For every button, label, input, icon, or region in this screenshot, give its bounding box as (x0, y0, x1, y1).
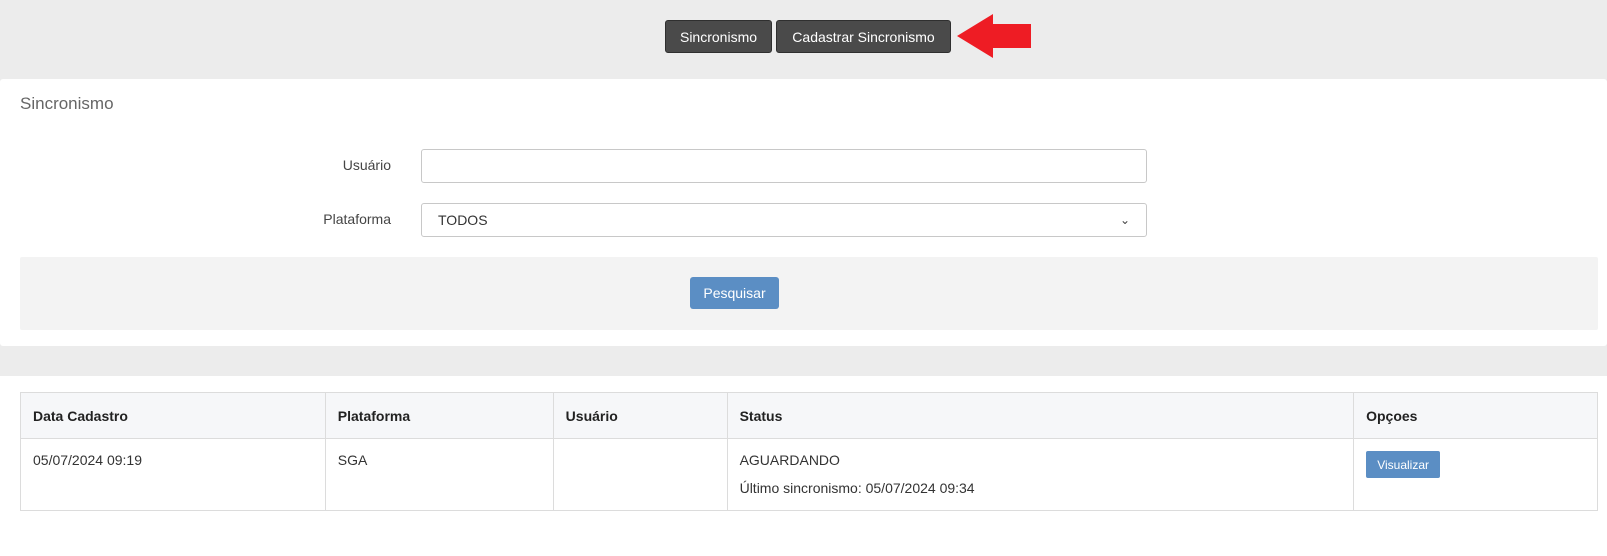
results-table: Data Cadastro Plataforma Usuário Status … (20, 392, 1598, 511)
view-button[interactable]: Visualizar (1366, 451, 1441, 478)
cadastrar-sincronismo-button[interactable]: Cadastrar Sincronismo (776, 20, 951, 53)
column-header: Usuário (552, 392, 728, 439)
search-panel: Sincronismo Usuário Plataforma TODOS ⌄ P… (0, 79, 1607, 346)
status-text: AGUARDANDO (739, 452, 840, 468)
red-arrow-icon (957, 14, 1031, 58)
column-header: Data Cadastro (20, 392, 326, 439)
platform-select-value: TODOS (438, 212, 488, 228)
sincronismo-button[interactable]: Sincronismo (665, 20, 772, 53)
status-cell: AGUARDANDO Último sincronismo: 05/07/202… (726, 438, 1354, 511)
platform-cell: SGA (324, 438, 554, 511)
column-header: Opçoes (1353, 392, 1598, 439)
options-cell: Visualizar (1353, 438, 1598, 511)
search-actions-bar: Pesquisar (20, 257, 1598, 330)
top-toolbar: Sincronismo Cadastrar Sincronismo (0, 0, 1607, 78)
search-button[interactable]: Pesquisar (690, 277, 779, 309)
user-input[interactable] (421, 149, 1147, 183)
platform-label: Plataforma (323, 211, 391, 227)
last-sync-text: Último sincronismo: 05/07/2024 09:34 (739, 480, 975, 496)
date-cell: 05/07/2024 09:19 (33, 452, 142, 468)
column-header: Status (726, 392, 1354, 439)
chevron-down-icon: ⌄ (1119, 213, 1130, 227)
user-cell (552, 438, 728, 511)
table-header-row: Data Cadastro Plataforma Usuário Status … (20, 392, 1598, 439)
user-label: Usuário (342, 157, 391, 173)
column-header: Plataforma (324, 392, 554, 439)
results-panel: Data Cadastro Plataforma Usuário Status … (0, 376, 1607, 556)
table-row: 05/07/2024 09:19 SGA AGUARDANDO Último s… (21, 438, 1598, 511)
panel-title: Sincronismo (20, 94, 114, 113)
platform-select[interactable]: TODOS ⌄ (421, 203, 1147, 237)
